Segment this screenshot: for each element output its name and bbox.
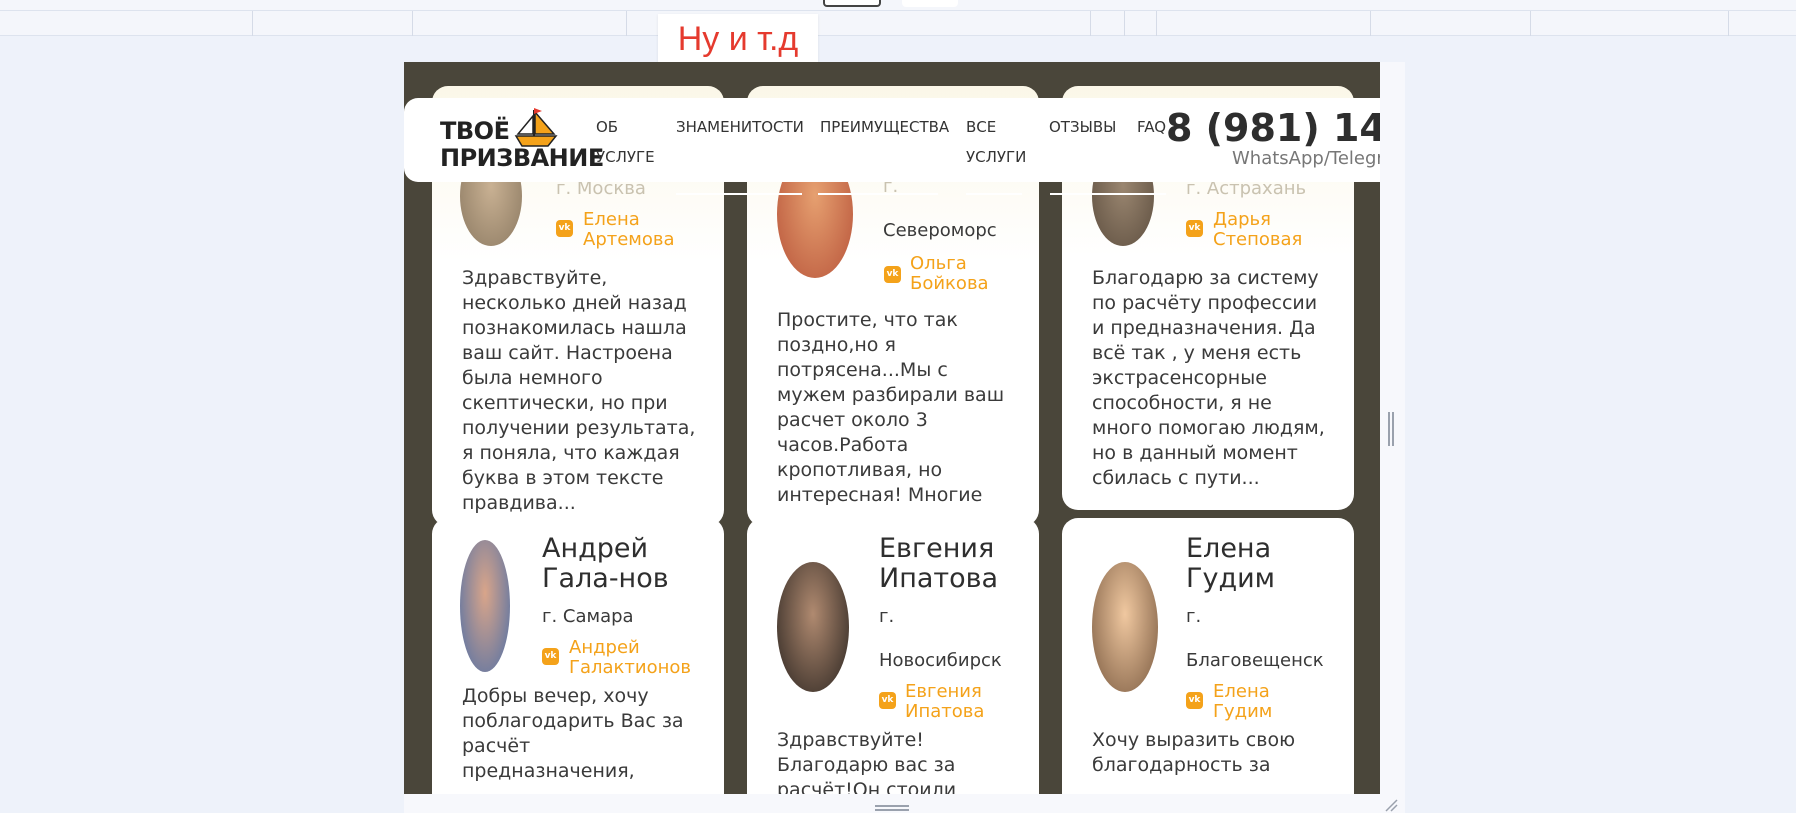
nav-underline: [676, 193, 802, 195]
nav-item-advantages[interactable]: ПРЕИМУЩЕСТВА: [820, 112, 949, 142]
resize-handle-vertical[interactable]: [1388, 412, 1390, 446]
review-text: Здравствуйте, несколько дней назад позна…: [462, 267, 696, 514]
resize-corner-icon[interactable]: [1384, 798, 1398, 812]
reviewer-name: Андрей Гала-нов: [542, 533, 669, 594]
preview-bottom-gutter: [404, 794, 1405, 813]
nav-item-celebrities[interactable]: ЗНАМЕНИТОСТИ: [676, 112, 804, 142]
review-text: Благодарю за систему по расчёту професси…: [1092, 267, 1325, 489]
annotation-caption: Ну и т.д: [658, 14, 818, 64]
nav-item-faq[interactable]: FAQ: [1137, 112, 1166, 142]
nav-underline: [966, 193, 1022, 195]
boat-logo-icon: [514, 108, 558, 147]
review-city: Североморс: [883, 220, 997, 241]
preview-scroll-gutter: [1380, 62, 1405, 794]
vk-icon: vk: [884, 266, 901, 283]
review-card: Елена Гудим г. Благовещенск vk Елена Гуд…: [1062, 518, 1354, 794]
reviewer-name: Елена Гудим: [1186, 533, 1276, 594]
vk-link[interactable]: Елена Артемова: [583, 210, 703, 250]
resize-handle-horizontal[interactable]: [875, 805, 909, 807]
vk-icon: vk: [1186, 220, 1203, 237]
toolbar-button[interactable]: [823, 0, 881, 7]
vk-link[interactable]: Ольга Бойкова: [910, 254, 1030, 294]
nav-underline: [818, 193, 938, 195]
review-city-prefix: г.: [879, 606, 895, 627]
review-city: Благовещенск: [1186, 650, 1324, 671]
site-header: ТВОЁ ПРИЗВАНИЕ ОБ УСЛУГЕ ЗНАМЕНИТОСТИ ПР…: [404, 98, 1380, 182]
review-text: Здравствуйте! Благодарю вас за расчёт!Он…: [777, 729, 957, 794]
avatar: [777, 562, 849, 692]
vk-link[interactable]: Андрей Галактионов: [569, 638, 709, 678]
nav-item-about[interactable]: ОБ УСЛУГЕ: [596, 112, 666, 172]
phone-number[interactable]: 8 (981) 146-13: [1166, 106, 1380, 150]
review-city-prefix: г.: [1186, 606, 1202, 627]
nav-item-reviews[interactable]: ОТЗЫВЫ: [1049, 112, 1116, 142]
vk-link[interactable]: Елена Гудим: [1213, 682, 1333, 722]
vk-icon: vk: [1186, 692, 1203, 709]
avatar: [460, 540, 510, 672]
vk-icon: vk: [879, 692, 896, 709]
vk-icon: vk: [542, 648, 559, 665]
avatar: [1092, 562, 1158, 692]
review-city: Новосибирск: [879, 650, 1002, 671]
messenger-label: WhatsApp/Telegra: [1232, 148, 1380, 169]
nav-item-all-services[interactable]: ВСЕ УСЛУГИ: [966, 112, 1030, 172]
review-text: Хочу выразить свою благодарность за: [1092, 729, 1296, 776]
reviewer-name: Евгения Ипатова: [879, 533, 999, 594]
review-card: Андрей Гала-нов г. Самара vk Андрей Гала…: [432, 518, 724, 794]
toolbar-button[interactable]: [902, 0, 958, 7]
ruler: [0, 11, 1796, 36]
vk-icon: vk: [556, 220, 573, 237]
review-text: Добры вечер, хочу поблагодарить Вас за р…: [462, 685, 684, 782]
vk-link[interactable]: Дарья Степовая: [1213, 210, 1333, 250]
review-city: г. Самара: [542, 606, 634, 627]
review-text: Простите, что так поздно,но я потрясена.…: [777, 309, 1005, 506]
review-card: Евгения Ипатова г. Новосибирск vk Евгени…: [747, 518, 1039, 794]
nav-underline: [1050, 193, 1166, 195]
vk-link[interactable]: Евгения Ипатова: [905, 682, 1025, 722]
editor-toolbar: [0, 0, 1796, 11]
